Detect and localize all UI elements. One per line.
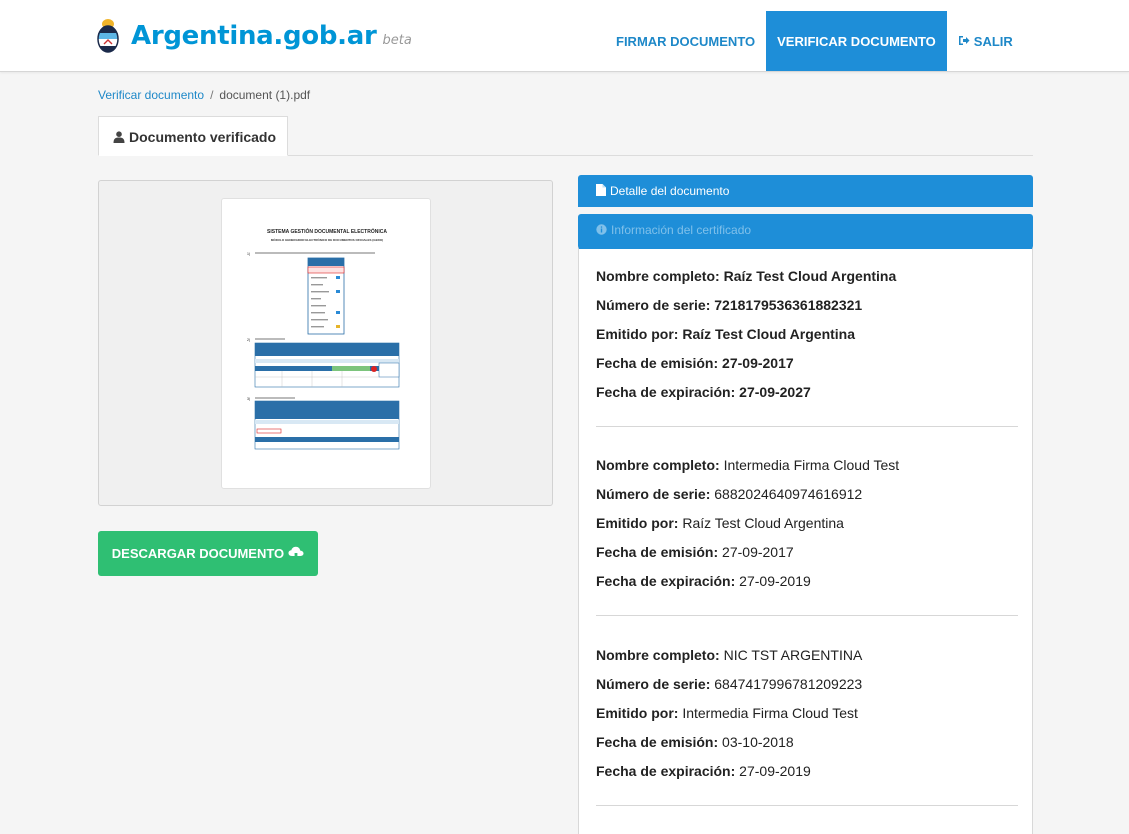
tab-label: Documento verificado xyxy=(129,129,277,145)
cert-serie-label: Número de serie: xyxy=(596,486,711,502)
cert-nombre-value: NIC TST ARGENTINA xyxy=(723,647,863,663)
cert-expiracion-value: 27-09-2019 xyxy=(739,573,811,589)
cert-emitido-label: Emitido por: xyxy=(596,705,679,721)
cert-serie-row: Número de serie: 6882024640974616912 xyxy=(596,484,1018,513)
cert-nombre-value: Raíz Test Cloud Argentina xyxy=(723,268,897,284)
preview-title: SISTEMA GESTIÓN DOCUMENTAL ELECTRÓNICA xyxy=(267,227,387,235)
main-nav: FIRMAR DOCUMENTO VERIFICAR DOCUMENTO SAL… xyxy=(605,11,1024,71)
logo-beta-label: beta xyxy=(382,32,412,48)
logo-text: Argentina.gob.ar xyxy=(131,21,377,51)
info-circle-icon xyxy=(596,224,607,235)
preview-step-2: 2) xyxy=(247,338,250,342)
preview-step-3: 3) xyxy=(247,397,250,401)
cert-emision-label: Fecha de emisión: xyxy=(596,355,719,371)
cert-emision-value: 27-09-2017 xyxy=(722,544,794,560)
cert-expiracion-value: 27-09-2027 xyxy=(739,384,811,400)
cert-nombre-label: Nombre completo: xyxy=(596,457,720,473)
divider xyxy=(596,805,1018,806)
cert-emitido-label: Emitido por: xyxy=(596,515,679,531)
cert-expiracion-label: Fecha de expiración: xyxy=(596,763,736,779)
sign-out-icon xyxy=(958,11,970,73)
cert-nombre-label: Nombre completo: xyxy=(596,268,720,284)
cert-emision-row: Fecha de emisión: 27-09-2017 xyxy=(596,353,1018,382)
file-icon xyxy=(596,184,606,196)
detalle-label: Detalle del documento xyxy=(610,184,730,198)
site-logo[interactable]: Argentina.gob.ar beta xyxy=(95,18,412,54)
cert-emitido-label: Emitido por: xyxy=(596,326,679,342)
cert-nombre-label: Nombre completo: xyxy=(596,647,720,663)
nav-label: VERIFICAR DOCUMENTO xyxy=(777,34,936,49)
cert-nombre-value: Intermedia Firma Cloud Test xyxy=(723,457,900,473)
download-label: DESCARGAR DOCUMENTO xyxy=(111,546,285,561)
cert-serie-label: Número de serie: xyxy=(596,297,711,313)
cert-nombre-row: Nombre completo: NIC TST ARGENTINA xyxy=(596,645,1018,674)
cert-expiracion-row: Fecha de expiración: 27-09-2019 xyxy=(596,571,1018,600)
cert-expiracion-label: Fecha de expiración: xyxy=(596,384,736,400)
document-preview: SISTEMA GESTIÓN DOCUMENTAL ELECTRÓNICA M… xyxy=(98,180,553,506)
cert-serie-row: Número de serie: 6847417996781209223 xyxy=(596,674,1018,703)
divider xyxy=(596,426,1018,427)
cert-expiracion-value: 27-09-2019 xyxy=(739,763,811,779)
argentina-emblem-icon xyxy=(97,19,119,53)
cert-emitido-value: Raíz Test Cloud Argentina xyxy=(682,515,844,531)
certificate-entry: Nombre completo: Intermedia Firma Cloud … xyxy=(596,455,1018,600)
user-icon xyxy=(113,131,125,143)
certificate-entry: Nombre completo: Raíz Test Cloud Argenti… xyxy=(596,266,1018,411)
document-page-thumbnail[interactable]: SISTEMA GESTIÓN DOCUMENTAL ELECTRÓNICA M… xyxy=(221,198,431,489)
cert-emitido-row: Emitido por: Raíz Test Cloud Argentina xyxy=(596,513,1018,542)
cert-emitido-value: Intermedia Firma Cloud Test xyxy=(682,705,858,721)
certificate-info-panel: Nombre completo: Raíz Test Cloud Argenti… xyxy=(578,246,1033,834)
descargar-documento-button[interactable]: DESCARGAR DOCUMENTO xyxy=(98,531,318,576)
cert-emision-label: Fecha de emisión: xyxy=(596,544,719,560)
nav-verificar-documento[interactable]: VERIFICAR DOCUMENTO xyxy=(766,11,947,71)
header: Argentina.gob.ar beta FIRMAR DOCUMENTO V… xyxy=(0,0,1129,72)
cert-serie-value: 6847417996781209223 xyxy=(714,676,863,692)
cert-serie-value: 7218179536361882321 xyxy=(714,297,863,313)
breadcrumb: Verificar documento / document (1).pdf xyxy=(98,88,310,102)
cert-emitido-row: Emitido por: Intermedia Firma Cloud Test xyxy=(596,703,1018,732)
breadcrumb-current: document (1).pdf xyxy=(219,88,311,102)
cert-emision-row: Fecha de emisión: 27-09-2017 xyxy=(596,542,1018,571)
cert-info-label: Información del certificado xyxy=(611,223,752,237)
tab-documento-verificado[interactable]: Documento verificado xyxy=(98,116,288,156)
cert-serie-value: 6882024640974616912 xyxy=(714,486,863,502)
detalle-documento-button[interactable]: Detalle del documento xyxy=(578,175,1033,207)
cert-emitido-row: Emitido por: Raíz Test Cloud Argentina xyxy=(596,324,1018,353)
cert-emision-value: 03-10-2018 xyxy=(722,734,794,750)
cert-expiracion-label: Fecha de expiración: xyxy=(596,573,736,589)
nav-salir[interactable]: SALIR xyxy=(947,11,1024,71)
breadcrumb-separator: / xyxy=(210,88,214,102)
cloud-download-icon xyxy=(288,533,304,578)
cert-emitido-value: Raíz Test Cloud Argentina xyxy=(682,326,856,342)
informacion-certificado-button[interactable]: Información del certificado xyxy=(578,214,1033,246)
nav-label: FIRMAR DOCUMENTO xyxy=(616,34,756,49)
cert-nombre-row: Nombre completo: Intermedia Firma Cloud … xyxy=(596,455,1018,484)
cert-serie-row: Número de serie: 7218179536361882321 xyxy=(596,295,1018,324)
nav-label: SALIR xyxy=(973,34,1013,49)
cert-emision-value: 27-09-2017 xyxy=(722,355,794,371)
certificate-entry: Nombre completo: NIC TST ARGENTINA Númer… xyxy=(596,645,1018,790)
divider xyxy=(596,615,1018,616)
cert-expiracion-row: Fecha de expiración: 27-09-2027 xyxy=(596,382,1018,411)
cert-emision-row: Fecha de emisión: 03-10-2018 xyxy=(596,732,1018,761)
cert-expiracion-row: Fecha de expiración: 27-09-2019 xyxy=(596,761,1018,790)
preview-subtitle: MÓDULO GENERADOR ELECTRÓNICO DE DOCUMENT… xyxy=(271,237,383,242)
cert-emision-label: Fecha de emisión: xyxy=(596,734,719,750)
cert-serie-label: Número de serie: xyxy=(596,676,711,692)
cert-nombre-row: Nombre completo: Raíz Test Cloud Argenti… xyxy=(596,266,1018,295)
document-page-render: SISTEMA GESTIÓN DOCUMENTAL ELECTRÓNICA M… xyxy=(247,227,400,450)
nav-firmar-documento[interactable]: FIRMAR DOCUMENTO xyxy=(605,11,766,71)
breadcrumb-link-verificar[interactable]: Verificar documento xyxy=(98,88,204,102)
preview-step-1: 1) xyxy=(247,252,250,256)
